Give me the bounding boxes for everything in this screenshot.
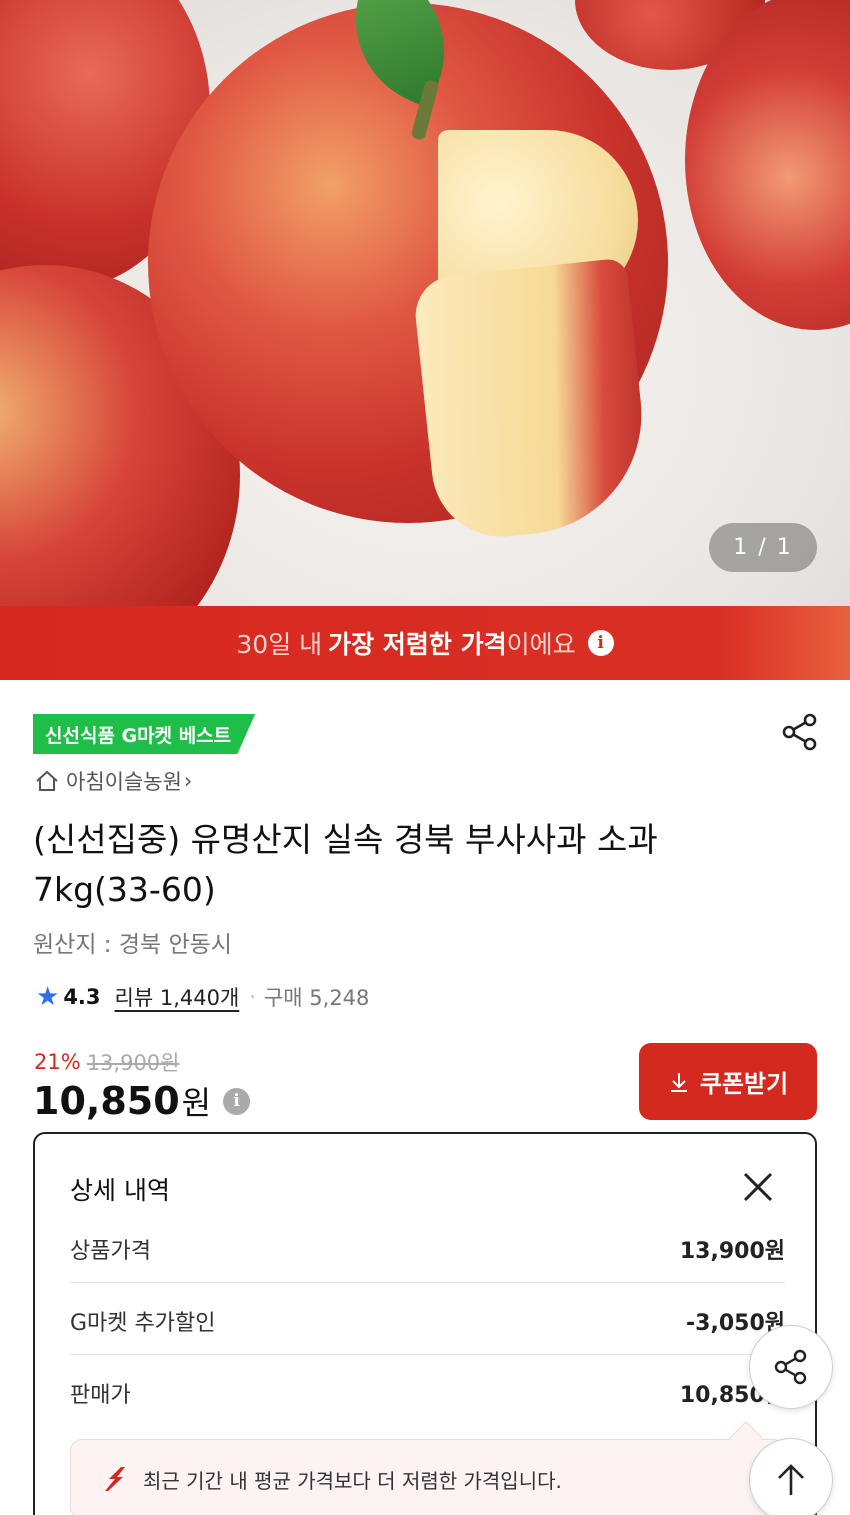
- rating-score: 4.3: [63, 985, 101, 1009]
- share-icon: [774, 1349, 807, 1385]
- price-info-icon[interactable]: i: [223, 1087, 251, 1115]
- discount-info: 21% 13,900원: [34, 1047, 180, 1077]
- detail-label: G마켓 추가할인: [70, 1311, 216, 1336]
- share-icon[interactable]: [778, 710, 822, 754]
- banner-suffix: 이에요: [506, 630, 576, 659]
- image-counter: 1 / 1: [709, 523, 817, 572]
- purchase-count: 구매 5,248: [263, 986, 370, 1010]
- floating-share-button[interactable]: [749, 1325, 833, 1409]
- panel-title: 상세 내역: [70, 1176, 170, 1205]
- shop-name: 아침이슬농원: [66, 770, 182, 794]
- tip-pointer: [729, 1421, 763, 1455]
- product-origin: 원산지 : 경북 안동시: [33, 932, 232, 958]
- detail-label: 상품가격: [70, 1239, 151, 1264]
- original-price: 13,900원: [86, 1051, 180, 1075]
- divider: [70, 1282, 785, 1283]
- detail-value: 13,900원: [679, 1239, 785, 1264]
- price-number: 10,850: [33, 1079, 180, 1123]
- product-title: (신선집중) 유명산지 실속 경북 부사사과 소과 7kg(33-60): [33, 820, 658, 909]
- trend-down-icon: [105, 1467, 125, 1491]
- detail-row: 상품가격 13,900원: [70, 1233, 785, 1265]
- arrow-up-icon: [778, 1464, 804, 1495]
- chevron-right-icon: ›: [183, 769, 193, 793]
- close-icon[interactable]: [741, 1170, 775, 1204]
- info-icon[interactable]: i: [587, 630, 614, 656]
- coupon-download-button[interactable]: 쿠폰받기: [639, 1043, 817, 1120]
- shop-link[interactable]: 아침이슬농원 ›: [34, 766, 192, 796]
- best-badge: 신선식품 G마켓 베스트: [33, 714, 256, 754]
- lowest-price-tip: 최근 기간 내 평균 가격보다 더 저렴한 가격입니다.: [70, 1421, 785, 1515]
- apple-slice-shape: [411, 257, 654, 544]
- coupon-label: 쿠폰받기: [699, 1070, 789, 1098]
- review-count-link[interactable]: 리뷰 1,440개: [115, 982, 240, 1012]
- sale-price: 10,850 원 i: [33, 1078, 251, 1124]
- product-image[interactable]: 1 / 1: [0, 0, 850, 606]
- scroll-to-top-button[interactable]: [749, 1438, 833, 1515]
- banner-prefix: 30일 내: [236, 630, 323, 659]
- price-unit: 원: [181, 1084, 212, 1122]
- divider: [70, 1354, 785, 1355]
- banner-highlight: 가장 저렴한 가격: [328, 630, 507, 659]
- detail-row: G마켓 추가할인 -3,050원: [70, 1305, 785, 1337]
- home-icon: [36, 770, 58, 791]
- lowest-price-banner[interactable]: 30일 내 가장 저렴한 가격 이에요 i: [0, 606, 850, 680]
- star-icon: ★: [36, 982, 60, 1012]
- rating-row: ★ 4.3 리뷰 1,440개 · 구매 5,248: [36, 982, 369, 1012]
- separator-dot: ·: [249, 985, 256, 1009]
- price-detail-panel: 상세 내역 상품가격 13,900원 G마켓 추가할인 -3,050원 판매가 …: [33, 1132, 817, 1515]
- tip-text: 최근 기간 내 평균 가격보다 더 저렴한 가격입니다.: [143, 1468, 562, 1493]
- detail-row: 판매가 10,850원: [70, 1377, 785, 1409]
- download-arrow-icon: [670, 1072, 687, 1092]
- detail-label: 판매가: [70, 1383, 131, 1408]
- discount-percent: 21%: [34, 1050, 81, 1074]
- best-badge-label: 신선식품 G마켓 베스트: [45, 724, 232, 747]
